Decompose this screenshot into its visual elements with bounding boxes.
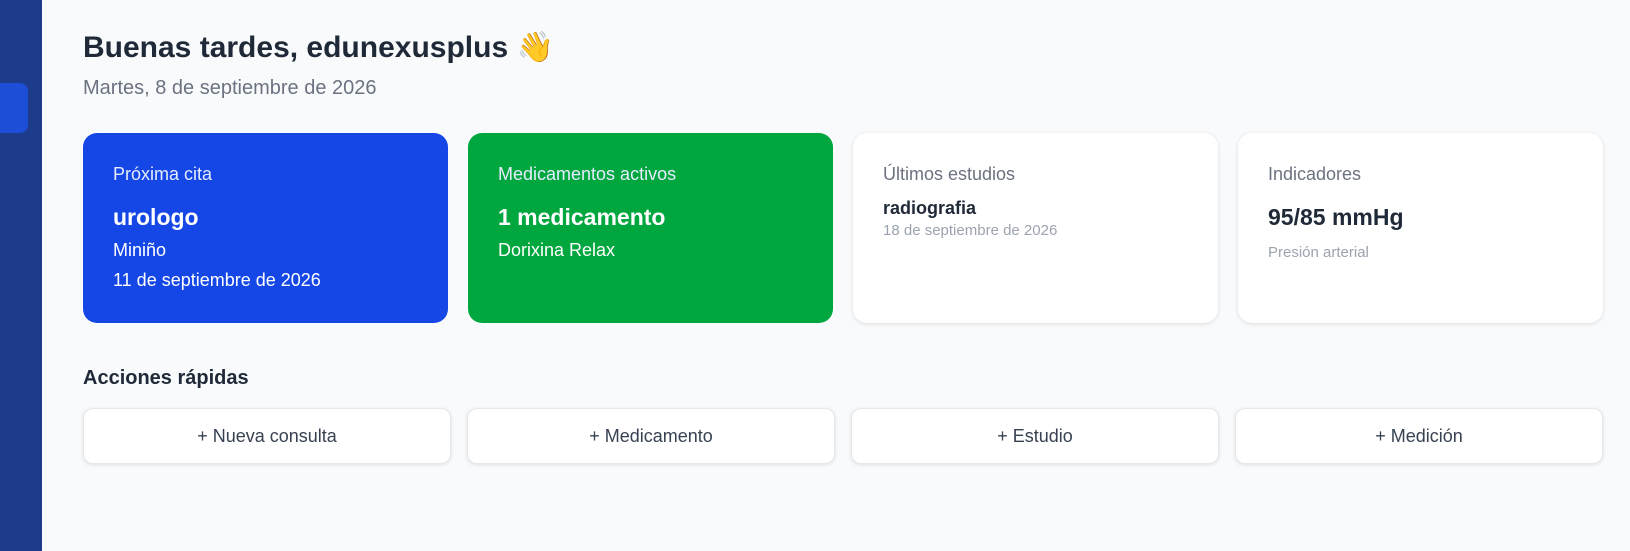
blood-pressure-caption: Presión arterial [1268,244,1369,261]
latest-study-name: radiografia [883,198,977,218]
summary-cards: Próxima cita urologo Miniño 11 de septie… [83,133,1603,323]
next-appointment-card[interactable]: Próxima cita urologo Miniño 11 de septie… [83,133,448,323]
indicators-card[interactable]: Indicadores 95/85 mmHg Presión arterial [1238,133,1603,323]
add-measurement-button[interactable]: + Medición [1235,408,1603,464]
active-medications-count: 1 medicamento [498,204,666,230]
latest-study-date: 18 de septiembre de 2026 [883,222,1058,239]
active-medications-card[interactable]: Medicamentos activos 1 medicamento Dorix… [468,133,833,323]
new-consultation-button[interactable]: + Nueva consulta [83,408,451,464]
quick-actions-title: Acciones rápidas [83,367,249,389]
latest-studies-label: Últimos estudios [883,164,1016,184]
indicators-label: Indicadores [1268,164,1362,184]
add-medication-button[interactable]: + Medicamento [467,408,835,464]
next-appointment-label: Próxima cita [113,164,213,184]
active-medication-name: Dorixina Relax [498,240,616,260]
next-appointment-doctor: Miniño [113,240,167,260]
quick-actions: + Nueva consulta + Medicamento + Estudio… [83,408,1603,466]
sidebar-active-item[interactable] [0,83,28,133]
active-medications-label: Medicamentos activos [498,164,677,184]
next-appointment-date: 11 de septiembre de 2026 [113,270,321,290]
page-title: Buenas tardes, edunexusplus 👋 [83,31,554,64]
blood-pressure-value: 95/85 mmHg [1268,204,1404,230]
latest-studies-card[interactable]: Últimos estudios radiografia 18 de septi… [853,133,1218,323]
next-appointment-specialty: urologo [113,204,199,230]
sidebar [0,0,42,551]
current-date: Martes, 8 de septiembre de 2026 [83,77,377,99]
main-content: Buenas tardes, edunexusplus 👋 Martes, 8 … [83,0,1603,551]
add-study-button[interactable]: + Estudio [851,408,1219,464]
